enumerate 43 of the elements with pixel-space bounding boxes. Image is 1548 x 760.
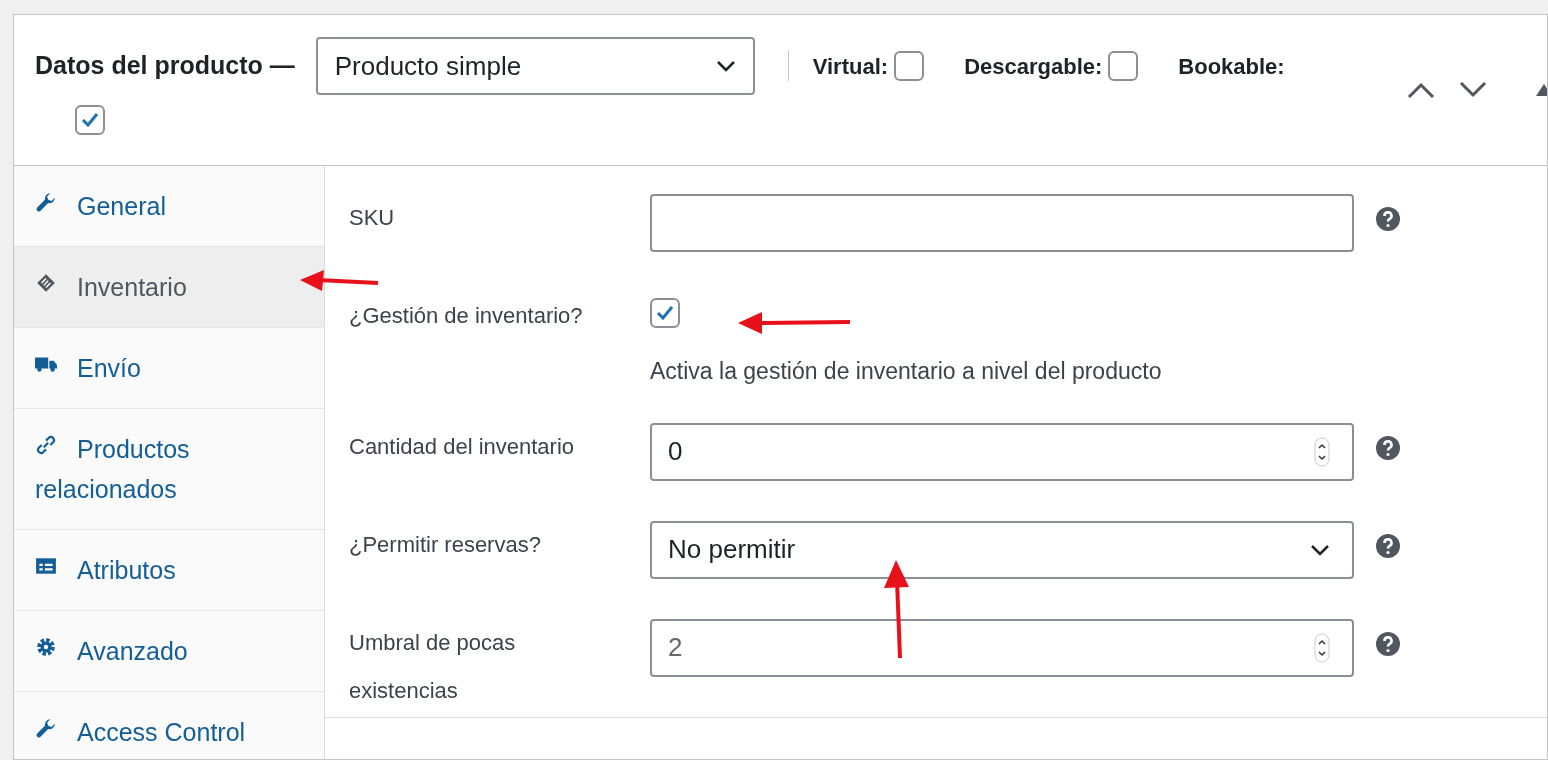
sidebar-tab[interactable]: Envío bbox=[14, 328, 324, 409]
option-label: Bookable: bbox=[1178, 52, 1285, 81]
wrench-icon bbox=[35, 191, 57, 213]
panel-title: Datos del producto — bbox=[35, 50, 295, 82]
help-icon[interactable] bbox=[1376, 435, 1400, 460]
field-label: Cantidad del inventario bbox=[348, 432, 576, 461]
product-type-select[interactable]: Producto simple bbox=[315, 37, 755, 95]
option-label: Virtual: bbox=[812, 52, 889, 81]
chevron-down-icon bbox=[1310, 543, 1330, 556]
checkmark-icon bbox=[80, 110, 100, 130]
sidebar-tab[interactable]: Inventario bbox=[14, 247, 324, 328]
checkbox[interactable] bbox=[894, 51, 925, 81]
field-label: Umbral de pocas existencias bbox=[348, 628, 517, 705]
select-field[interactable]: No permitir bbox=[650, 520, 1354, 579]
checkmark-icon bbox=[655, 303, 675, 323]
field-description: Activa la gestión de inventario a nivel del producto bbox=[650, 357, 1162, 386]
field-label: ¿Permitir reservas? bbox=[348, 530, 542, 559]
help-icon[interactable] bbox=[1376, 533, 1400, 558]
field-label: SKU bbox=[348, 204, 396, 232]
field-label: ¿Gestión de inventario? bbox=[348, 302, 584, 330]
gear-icon bbox=[35, 636, 57, 658]
chevron-down-icon[interactable] bbox=[1458, 81, 1488, 99]
wrench-icon bbox=[35, 717, 57, 739]
sidebar-tab[interactable]: Productos relacionados bbox=[14, 409, 324, 530]
chevron-up-icon[interactable] bbox=[1406, 81, 1436, 99]
tag-icon bbox=[35, 272, 57, 294]
chevron-down-icon bbox=[715, 60, 736, 72]
input-field[interactable] bbox=[650, 194, 1354, 252]
number-field[interactable]: 0 bbox=[650, 422, 1354, 481]
spinner-icon[interactable] bbox=[1314, 632, 1330, 663]
sidebar-tab[interactable]: Access Control bbox=[14, 692, 324, 759]
sidebar-tab[interactable]: Avanzado bbox=[14, 611, 324, 692]
help-icon[interactable] bbox=[1376, 631, 1400, 656]
number-field[interactable]: 2 bbox=[650, 618, 1354, 677]
checkbox[interactable] bbox=[75, 105, 105, 135]
checkbox[interactable] bbox=[650, 298, 680, 328]
list-icon bbox=[35, 555, 57, 577]
link-icon bbox=[35, 434, 57, 456]
help-icon[interactable] bbox=[1376, 207, 1400, 231]
spinner-icon[interactable] bbox=[1314, 436, 1330, 467]
checkbox[interactable] bbox=[1108, 51, 1139, 81]
option-label: Descargable: bbox=[964, 52, 1103, 81]
sidebar-tab[interactable]: Atributos bbox=[14, 530, 324, 611]
